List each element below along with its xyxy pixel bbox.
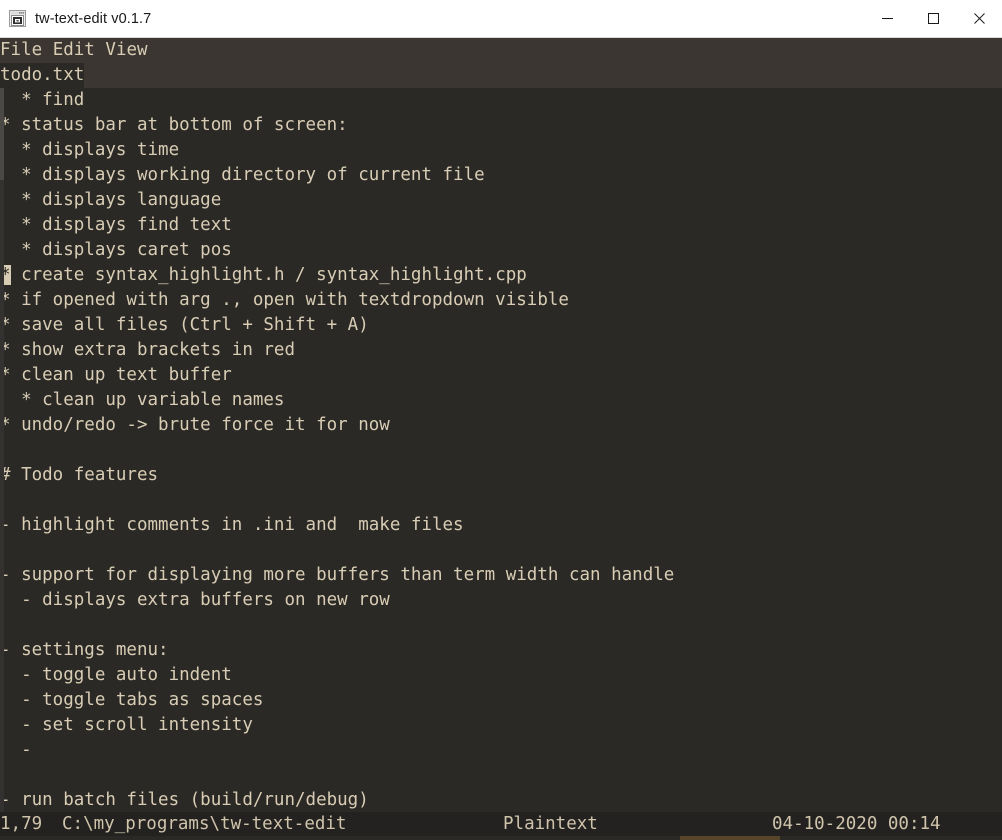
- editor-line: - toggle tabs as spaces: [0, 690, 264, 710]
- close-button[interactable]: [956, 0, 1002, 38]
- editor-line: - settings menu:: [0, 640, 169, 660]
- editor-text-area[interactable]: * find * status bar at bottom of screen: …: [0, 88, 1002, 812]
- app-window-icon: [9, 10, 26, 27]
- vertical-scrollbar[interactable]: [0, 88, 4, 812]
- editor-line: * displays time: [0, 140, 180, 160]
- tw-text-edit-window: tw-text-edit v0.1.7 File Edit View todo.…: [0, 0, 1002, 840]
- close-icon: [973, 13, 985, 24]
- horizontal-scrollbar[interactable]: [0, 836, 1002, 840]
- menu-item-edit[interactable]: Edit: [53, 38, 95, 63]
- tab-bar: todo.txt: [0, 63, 1002, 88]
- editor-line: * undo/redo -> brute force it for now: [0, 415, 390, 435]
- menu-bar: File Edit View: [0, 38, 1002, 63]
- editor-line: # Todo features: [0, 465, 159, 485]
- editor-line: - highlight comments in .ini and make fi…: [0, 515, 464, 535]
- minimize-button[interactable]: [864, 0, 910, 38]
- menu-separator-1: [42, 38, 53, 63]
- status-datetime: 04-10-2020 00:14: [772, 814, 941, 834]
- menu-item-view[interactable]: View: [105, 38, 147, 63]
- maximize-icon: [927, 13, 939, 24]
- editor-line: * displays working directory of current …: [0, 165, 485, 185]
- minimize-icon: [881, 18, 893, 19]
- status-caret-position: 1,79: [0, 814, 43, 834]
- vertical-scrollbar-thumb[interactable]: [0, 88, 4, 180]
- editor-line: * create syntax_highlight.h / syntax_hig…: [0, 265, 527, 285]
- status-working-directory: C:\my_programs\tw-text-edit: [62, 814, 347, 834]
- editor-line: * show extra brackets in red: [0, 340, 296, 360]
- editor-line: - set scroll intensity: [0, 715, 253, 735]
- editor-line: * status bar at bottom of screen:: [0, 115, 348, 135]
- horizontal-scrollbar-thumb[interactable]: [680, 836, 780, 840]
- editor-line: - toggle auto indent: [0, 665, 232, 685]
- editor-line: * displays language: [0, 190, 222, 210]
- editor-line: * save all files (Ctrl + Shift + A): [0, 315, 369, 335]
- tab-todo-txt[interactable]: todo.txt: [0, 63, 85, 88]
- status-language: Plaintext: [503, 814, 598, 834]
- maximize-button[interactable]: [910, 0, 956, 38]
- menu-separator-2: [95, 38, 106, 63]
- window-titlebar[interactable]: tw-text-edit v0.1.7: [0, 0, 1002, 38]
- editor-line: * displays find text: [0, 215, 232, 235]
- editor-line: * if opened with arg ., open with textdr…: [0, 290, 569, 310]
- window-controls: [864, 0, 1002, 38]
- status-bar: 1,79 C:\my_programs\tw-text-edit Plainte…: [0, 812, 1002, 836]
- editor-line: - run batch files (build/run/debug): [0, 790, 369, 810]
- editor-line: -: [0, 740, 32, 760]
- editor-line: * clean up text buffer: [0, 365, 232, 385]
- editor-lines: * find * status bar at bottom of screen: …: [0, 88, 674, 812]
- editor-line: - displays extra buffers on new row: [0, 590, 390, 610]
- window-title: tw-text-edit v0.1.7: [35, 10, 152, 27]
- editor-line: * find: [0, 90, 85, 110]
- titlebar-left-group: tw-text-edit v0.1.7: [0, 10, 864, 27]
- editor-line: - support for displaying more buffers th…: [0, 565, 675, 585]
- editor-line: * displays caret pos: [0, 240, 232, 260]
- menu-item-file[interactable]: File: [0, 38, 42, 63]
- editor-line: * clean up variable names: [0, 390, 285, 410]
